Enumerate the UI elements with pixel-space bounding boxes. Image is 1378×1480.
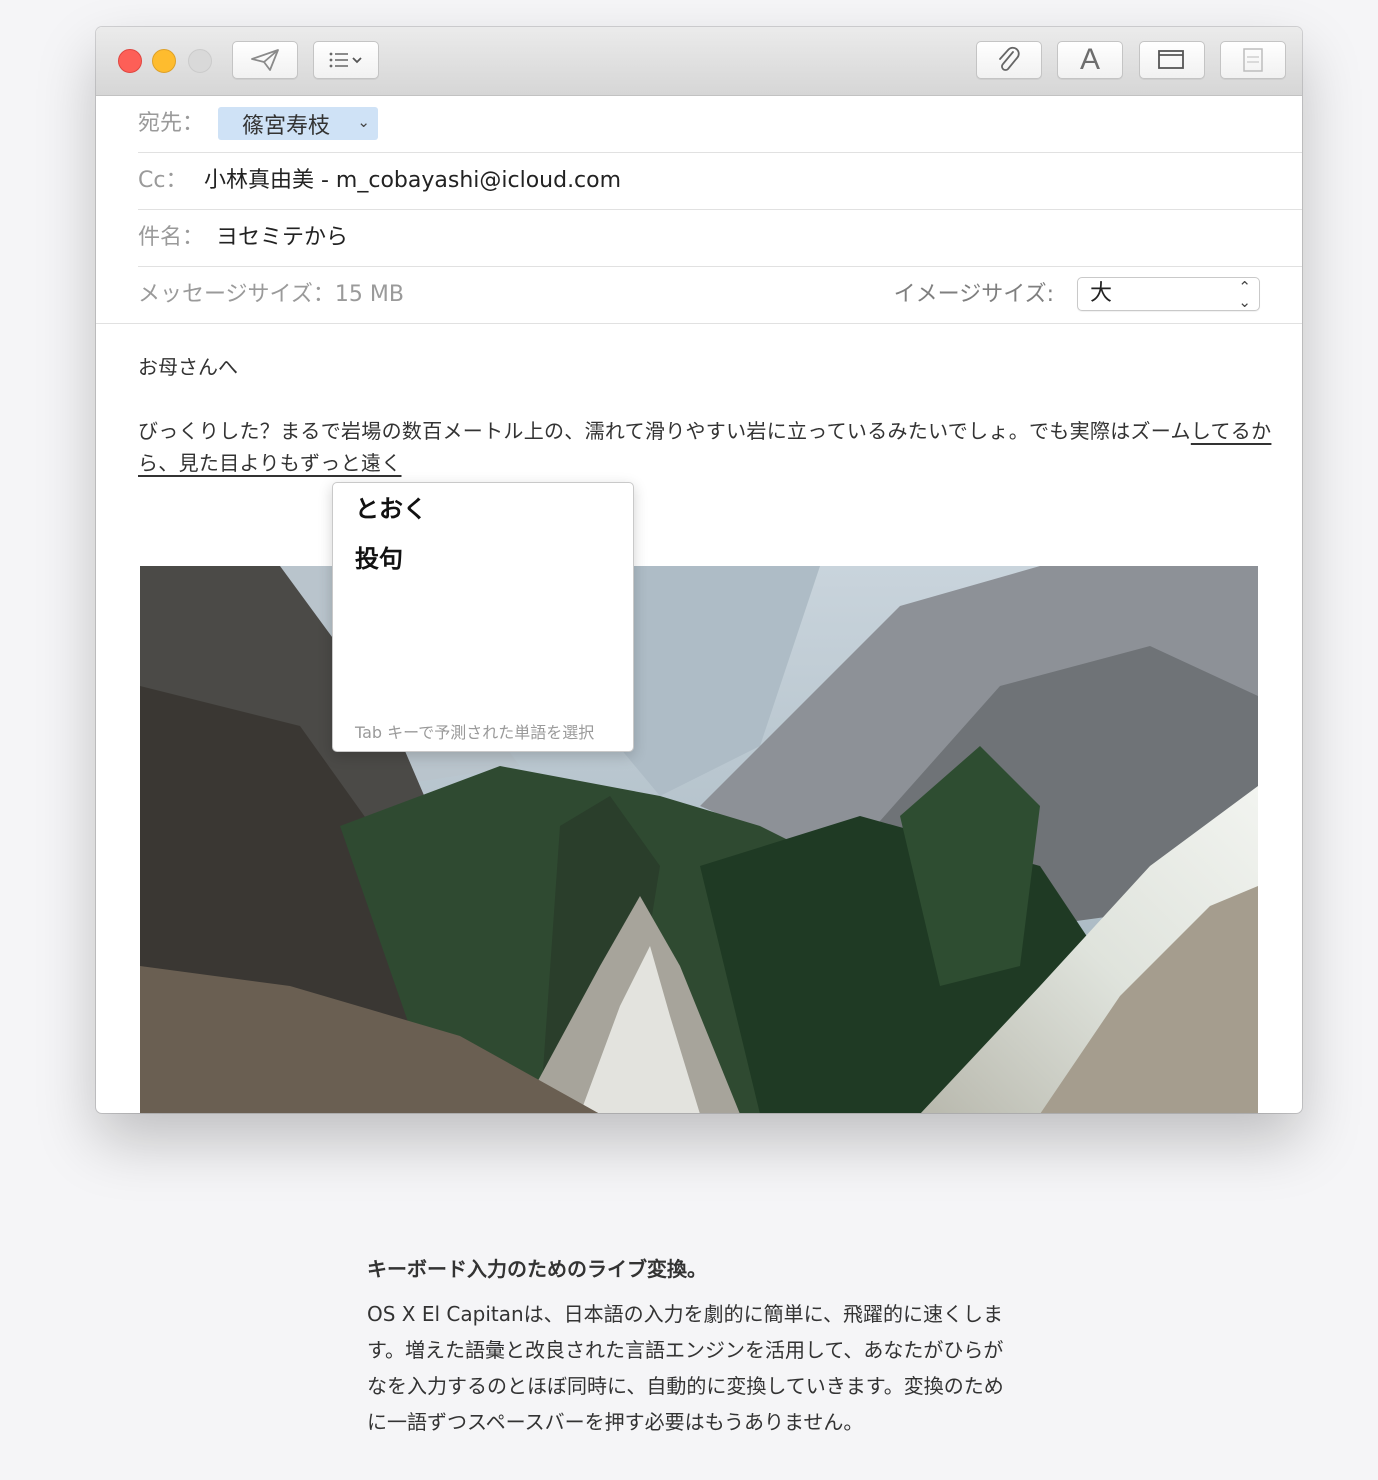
format-icon: A	[1079, 43, 1100, 76]
greeting-text: お母さんへ	[138, 355, 238, 379]
stationery-icon	[1243, 48, 1263, 72]
chevron-down-icon[interactable]: ⌄	[357, 113, 370, 131]
caption-text: OS X El Capitanは、日本語の入力を劇的に簡単に、飛躍的に速くします…	[367, 1302, 1004, 1434]
subject-field[interactable]: ヨセミテから	[216, 209, 348, 266]
format-button[interactable]: A	[1057, 41, 1123, 79]
candidate-hint: Tab キーで予測された単語を選択	[355, 723, 595, 742]
attachment-icon	[999, 46, 1020, 71]
photo-browser-button[interactable]	[1139, 41, 1205, 79]
candidate-item[interactable]: 投句	[355, 539, 403, 574]
toolbar: A	[96, 27, 1302, 96]
recipient-name: 篠宮寿枝	[242, 113, 331, 139]
attach-button[interactable]	[976, 41, 1042, 79]
subject-label: 件名：	[138, 225, 205, 250]
recipient-chip[interactable]: 篠宮寿枝 ⌄	[218, 107, 378, 140]
close-window-button[interactable]	[118, 49, 142, 73]
message-size-label: メッセージサイズ：15 MB	[138, 282, 404, 307]
subject-field-row[interactable]: 件名： ヨセミテから	[138, 209, 1302, 267]
cc-field-row[interactable]: Cc： 小林真由美 - m_cobayashi@icloud.com	[138, 152, 1302, 210]
cc-field[interactable]: 小林真由美 - m_cobayashi@icloud.com	[204, 152, 621, 209]
photo-browser-icon	[1158, 50, 1184, 69]
image-size-value: 大	[1090, 281, 1113, 306]
image-size-label: イメージサイズ:	[893, 282, 1054, 307]
send-icon	[251, 49, 279, 71]
up-down-arrows-icon: ⌃ ⌄	[1238, 278, 1251, 311]
message-size-row: メッセージサイズ：15 MB イメージサイズ: 大 ⌃ ⌄	[96, 266, 1302, 324]
to-field-row: 宛先： 篠宮寿枝 ⌄	[138, 95, 1302, 153]
body-paragraph: びっくりした？まるで岩場の数百メートル上の、濡れて滑りやすい岩に立っているみたい…	[138, 419, 1272, 475]
header-fields-icon	[329, 52, 362, 68]
message-body[interactable]: お母さんへ びっくりした？まるで岩場の数百メートル上の、濡れて滑りやすい岩に立っ…	[96, 323, 1302, 1113]
message-size-value: 15 MB	[334, 282, 404, 307]
to-label: 宛先：	[138, 111, 205, 136]
caption-title: キーボード入力のためのライブ変換。	[367, 1257, 707, 1281]
mail-compose-window: A 宛先： 篠宮寿枝 ⌄ Cc： 小林真由美 - m_cobayashi@icl…	[96, 27, 1302, 1113]
yosemite-photo	[140, 566, 1258, 1113]
cc-label: Cc：	[138, 168, 188, 193]
candidate-item[interactable]: とおく	[355, 489, 427, 524]
send-button[interactable]	[232, 41, 298, 79]
header-fields-button[interactable]	[313, 41, 379, 79]
zoom-window-button[interactable]	[188, 49, 212, 73]
image-size-select[interactable]: 大 ⌃ ⌄	[1077, 277, 1260, 311]
conversion-candidates-popup: とおく 投句 Tab キーで予測された単語を選択	[332, 482, 634, 752]
minimize-window-button[interactable]	[152, 49, 176, 73]
stationery-button[interactable]	[1220, 41, 1286, 79]
